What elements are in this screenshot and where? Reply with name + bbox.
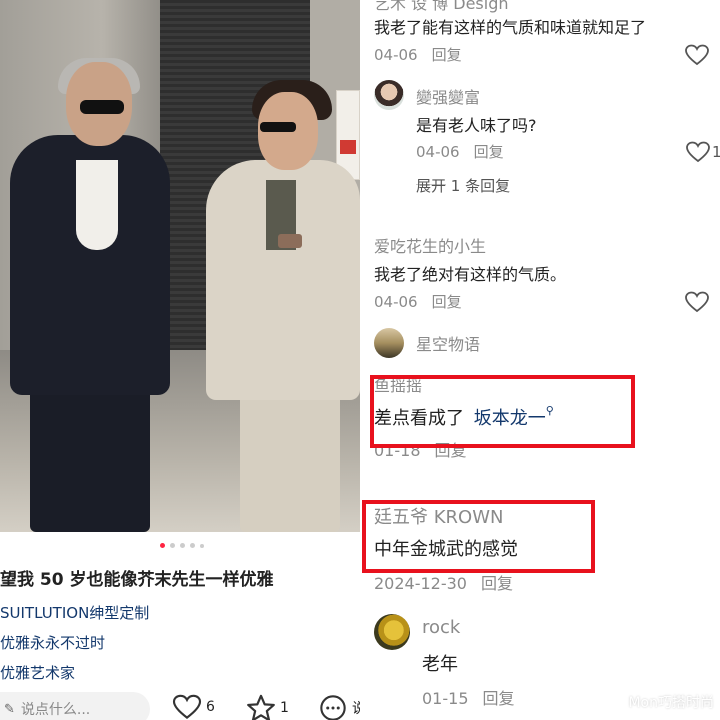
carousel-dot-2[interactable]: [170, 543, 175, 548]
post-panel: 望我 50 岁也能像芥末先生一样优雅 SUITLUTION绅型定制 优雅永永不过…: [0, 0, 360, 720]
comment-text: 我老了绝对有这样的气质。: [374, 265, 567, 284]
favorite-button[interactable]: 1: [246, 694, 289, 720]
star-icon: [247, 694, 275, 720]
post-photo[interactable]: [0, 0, 360, 532]
avatar[interactable]: [374, 328, 404, 358]
hashtag-link[interactable]: SUITLUTION绅型定制: [0, 602, 149, 623]
comment-username[interactable]: 爱吃花生的小生: [374, 233, 486, 257]
hashtag-link[interactable]: 优雅艺术家: [0, 662, 75, 683]
comment-date: 04-06: [416, 143, 460, 161]
comment-like[interactable]: 1: [686, 141, 720, 163]
comment-like-count: 1: [712, 143, 720, 161]
hashtag-link[interactable]: 优雅永永不过时: [0, 632, 105, 653]
comment-meta: 04-06 回复: [374, 44, 462, 65]
highlight-box: [370, 375, 635, 448]
favorite-count: 1: [280, 700, 289, 716]
heart-icon[interactable]: [685, 44, 709, 66]
highlight-box: [362, 500, 595, 573]
reply-button[interactable]: 回复: [432, 293, 462, 311]
pencil-icon: ✎: [4, 701, 15, 717]
comment-date: 01-15: [422, 689, 469, 708]
comment-label: 说: [352, 701, 360, 717]
comment-input-placeholder: 说点什么...: [20, 702, 91, 718]
comment-date: 04-06: [374, 293, 418, 311]
comment-text: 老年: [422, 654, 458, 675]
comment-username[interactable]: 艺术 设 博 Design: [374, 0, 509, 14]
heart-icon[interactable]: [685, 291, 709, 313]
comment-input[interactable]: ✎ 说点什么...: [0, 692, 150, 720]
carousel-dot-5[interactable]: [200, 543, 204, 548]
comments-panel: 艺术 设 博 Design 我老了能有这样的气质和味道就知足了 04-06 回复 …: [360, 0, 720, 720]
comment-meta: 04-06 回复: [416, 141, 504, 162]
bottom-action-bar: ✎ 说点什么... 6 1 说: [0, 690, 360, 720]
reply-button[interactable]: 回复: [481, 574, 513, 593]
heart-icon: [686, 141, 710, 163]
avatar[interactable]: [374, 614, 410, 650]
comment-username[interactable]: rock: [422, 617, 460, 638]
like-button[interactable]: 6: [172, 694, 215, 720]
carousel-dot-3[interactable]: [180, 543, 185, 548]
comment-username[interactable]: 變强變富: [416, 84, 480, 108]
carousel-indicator[interactable]: [160, 543, 204, 548]
expand-replies-button[interactable]: 展开 1 条回复: [416, 175, 510, 196]
avatar[interactable]: [374, 80, 404, 110]
comment-meta: 04-06 回复: [374, 291, 462, 312]
carousel-dot-1[interactable]: [160, 543, 165, 548]
comment-meta: 01-15 回复: [422, 685, 515, 709]
comment-username[interactable]: 星空物语: [416, 331, 480, 355]
comment-bubble-icon: [320, 695, 346, 720]
comment-date: 2024-12-30: [374, 574, 467, 593]
watermark: Mon巧搭时尚: [628, 695, 714, 711]
reply-button[interactable]: 回复: [483, 689, 515, 708]
reply-button[interactable]: 回复: [432, 46, 462, 64]
comment-date: 04-06: [374, 46, 418, 64]
comment-text: 是有老人味了吗?: [416, 116, 537, 135]
post-title: 望我 50 岁也能像芥末先生一样优雅: [0, 570, 274, 590]
reply-button[interactable]: 回复: [474, 143, 504, 161]
comment-meta: 2024-12-30 回复: [374, 570, 513, 594]
heart-icon: [172, 694, 202, 719]
comment-text: 我老了能有这样的气质和味道就知足了: [374, 18, 647, 37]
carousel-dot-4[interactable]: [190, 543, 195, 548]
like-count: 6: [206, 699, 215, 715]
comment-button[interactable]: 说: [318, 694, 360, 720]
